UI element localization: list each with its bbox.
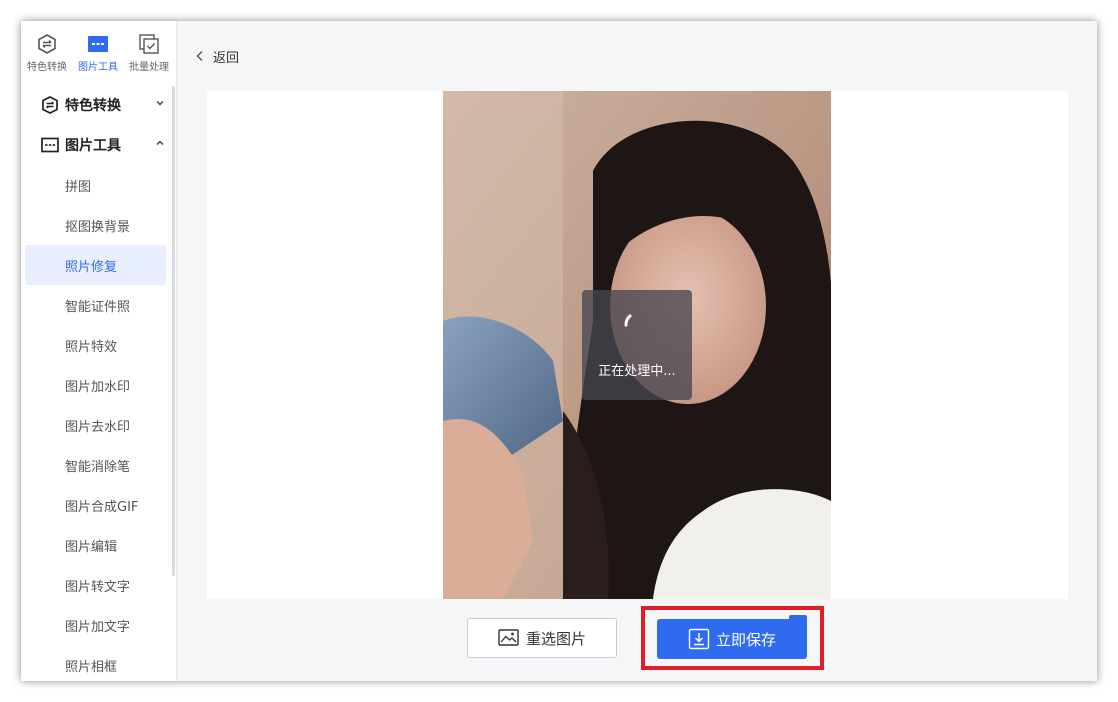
sidebar-menu: 特色转换 图片工具 拼图 抠图换背景 照片修复 智能证件照 照片特效 图片加水印… (21, 83, 176, 681)
save-highlight-box (641, 606, 824, 670)
sidebar-item-label: 智能消除笔 (65, 459, 131, 475)
chevron-left-icon (196, 51, 203, 61)
top-nav-batch[interactable]: 批量处理 (123, 33, 175, 73)
sidebar-item-eraser[interactable]: 智能消除笔 (25, 445, 166, 485)
sidebar-item-remove-watermark[interactable]: 图片去水印 (25, 405, 166, 445)
top-nav-label: 特色转换 (27, 62, 67, 73)
sidebar: 特色转换 图片工具 批量处理 特色转换 图片工具 拼图 抠图换背景 照片修复 智… (21, 21, 177, 681)
group-special[interactable]: 特色转换 (41, 93, 165, 117)
sidebar-item-label: 图片合成GIF (65, 499, 139, 515)
sidebar-item-edit[interactable]: 图片编辑 (25, 525, 166, 565)
image-icon (498, 629, 519, 646)
back-label: 返回 (213, 50, 240, 66)
group-special-label: 特色转换 (65, 98, 121, 114)
sidebar-item-puzzle[interactable]: 拼图 (25, 165, 166, 205)
sidebar-item-frame[interactable]: 照片相框 (25, 645, 166, 681)
sidebar-item-label: 图片加文字 (65, 619, 131, 635)
sidebar-item-label: 照片相框 (65, 659, 118, 675)
reselect-image-button[interactable]: 重选图片 (467, 618, 617, 658)
chevron-up-icon (156, 140, 164, 146)
sidebar-item-ocr[interactable]: 图片转文字 (25, 565, 166, 605)
sidebar-item-add-watermark[interactable]: 图片加水印 (25, 365, 166, 405)
sidebar-item-label: 图片加水印 (65, 379, 131, 395)
sidebar-item-label: 图片转文字 (65, 579, 131, 595)
batch-icon (139, 34, 159, 54)
loading-overlay: 正在处理中... (582, 290, 692, 400)
sidebar-item-label: 智能证件照 (65, 299, 131, 315)
spinner-icon (624, 314, 632, 327)
sidebar-item-label: 照片特效 (65, 339, 118, 355)
sidebar-item-add-text[interactable]: 图片加文字 (25, 605, 166, 645)
sidebar-item-label: 图片编辑 (65, 539, 118, 555)
group-image-tools[interactable]: 图片工具 (41, 133, 165, 157)
sidebar-item-cutout[interactable]: 抠图换背景 (25, 205, 166, 245)
sidebar-item-label: 照片修复 (65, 259, 118, 275)
image-tool-icon (88, 36, 108, 52)
swap-shield-icon (38, 34, 56, 54)
top-nav-special[interactable]: 特色转换 (21, 33, 73, 73)
swap-shield-icon (42, 96, 58, 114)
top-nav-image-tools[interactable]: 图片工具 (72, 33, 124, 73)
group-image-tools-label: 图片工具 (65, 138, 121, 154)
sidebar-scrollbar[interactable] (172, 86, 175, 576)
sidebar-item-effects[interactable]: 照片特效 (25, 325, 166, 365)
loading-text: 正在处理中... (598, 364, 676, 379)
chevron-down-icon (156, 100, 164, 106)
top-nav-label: 图片工具 (78, 62, 118, 73)
image-tool-icon (41, 137, 59, 153)
top-nav: 特色转换 图片工具 批量处理 (21, 21, 176, 79)
sidebar-item-photo-repair[interactable]: 照片修复 (25, 245, 166, 285)
app-window: 特色转换 图片工具 批量处理 特色转换 图片工具 拼图 抠图换背景 照片修复 智… (21, 21, 1097, 681)
sidebar-item-id-photo[interactable]: 智能证件照 (25, 285, 166, 325)
sidebar-item-label: 抠图换背景 (65, 219, 131, 235)
reselect-label: 重选图片 (525, 629, 586, 648)
sidebar-item-gif[interactable]: 图片合成GIF (25, 485, 166, 525)
sidebar-item-label: 拼图 (65, 179, 92, 195)
back-link[interactable]: 返回 (195, 46, 239, 66)
top-nav-label: 批量处理 (129, 62, 169, 73)
sidebar-item-label: 图片去水印 (65, 419, 131, 435)
